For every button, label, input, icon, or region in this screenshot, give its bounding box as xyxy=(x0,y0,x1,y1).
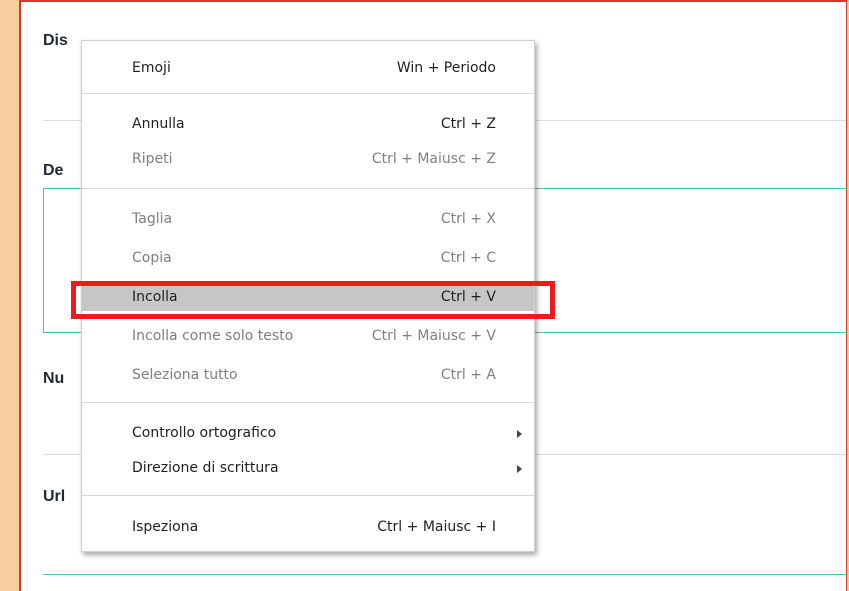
menu-separator xyxy=(82,402,534,403)
incolla-highlight-annotation xyxy=(71,281,555,319)
menu-item-direzione-scrittura[interactable]: Direzione di scrittura xyxy=(82,456,534,482)
menu-item-controllo-ortografico[interactable]: Controllo ortografico xyxy=(82,421,534,447)
menu-separator xyxy=(82,495,534,496)
menu-item-label: Seleziona tutto xyxy=(132,367,238,383)
menu-item-label: Annulla xyxy=(132,116,185,132)
submenu-arrow-icon xyxy=(517,465,522,473)
menu-item-shortcut: Ctrl + Z xyxy=(440,116,496,132)
menu-item-taglia[interactable]: Taglia Ctrl + X xyxy=(82,207,534,233)
menu-item-shortcut: Ctrl + Maiusc + I xyxy=(377,519,496,535)
menu-item-label: Ripeti xyxy=(132,151,173,167)
field-label-1: Dis xyxy=(43,32,68,49)
submenu-arrow-icon xyxy=(517,430,522,438)
menu-item-shortcut: Win + Periodo xyxy=(396,60,496,76)
menu-item-shortcut: Ctrl + Maiusc + Z xyxy=(371,151,496,167)
menu-item-emoji[interactable]: Emoji Win + Periodo xyxy=(82,56,534,82)
menu-item-shortcut: Ctrl + Maiusc + V xyxy=(371,328,496,344)
menu-item-label: Taglia xyxy=(132,211,173,227)
menu-item-label: Controllo ortografico xyxy=(132,425,277,441)
menu-item-label: Incolla come solo testo xyxy=(132,328,294,344)
menu-separator xyxy=(82,93,534,94)
menu-item-copia[interactable]: Copia Ctrl + C xyxy=(82,246,534,272)
menu-item-annulla[interactable]: Annulla Ctrl + Z xyxy=(82,112,534,138)
menu-item-label: Emoji xyxy=(132,60,171,76)
menu-item-shortcut: Ctrl + C xyxy=(440,250,496,266)
menu-item-label: Direzione di scrittura xyxy=(132,460,279,476)
menu-separator xyxy=(82,188,534,189)
url-input-underline[interactable] xyxy=(43,574,846,575)
field-label-2: De xyxy=(43,162,64,179)
menu-item-ripeti[interactable]: Ripeti Ctrl + Maiusc + Z xyxy=(82,147,534,173)
field-label-3: Nu xyxy=(43,370,65,387)
menu-item-shortcut: Ctrl + A xyxy=(440,367,496,383)
menu-item-ispeziona[interactable]: Ispeziona Ctrl + Maiusc + I xyxy=(82,515,534,541)
field-label-4: Url xyxy=(43,488,66,505)
menu-item-seleziona-tutto[interactable]: Seleziona tutto Ctrl + A xyxy=(82,363,534,389)
menu-item-shortcut: Ctrl + X xyxy=(440,211,496,227)
menu-item-incolla-solo-testo[interactable]: Incolla come solo testo Ctrl + Maiusc + … xyxy=(82,324,534,350)
menu-item-label: Copia xyxy=(132,250,172,266)
menu-item-label: Ispeziona xyxy=(132,519,199,535)
